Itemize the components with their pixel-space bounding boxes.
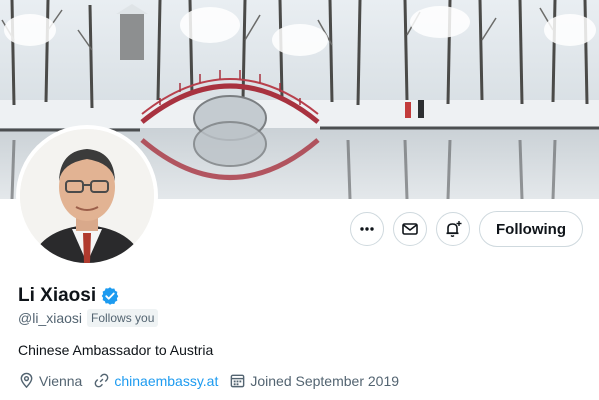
more-button[interactable] [350, 212, 385, 246]
message-button[interactable] [393, 212, 428, 246]
location-item: Vienna [18, 372, 82, 389]
handle-row: @li_xiaosi Follows you [18, 309, 159, 327]
bell-plus-icon [446, 221, 462, 237]
profile-name: Li Xiaosi [18, 285, 97, 306]
following-button[interactable]: Following [479, 211, 583, 247]
location-text: Vienna [39, 372, 83, 389]
avatar[interactable] [16, 125, 158, 267]
profile-bio: Chinese Ambassador to Austria [18, 342, 214, 358]
profile-handle: @li_xiaosi [18, 310, 83, 326]
more-icon [360, 227, 374, 231]
website-item: chinaembassy.at [93, 372, 218, 389]
verified-badge-icon[interactable] [100, 286, 120, 306]
website-link[interactable]: chinaembassy.at [114, 373, 218, 389]
joined-text: Joined September 2019 [250, 372, 400, 389]
notifications-button[interactable] [436, 212, 471, 246]
joined-item: Joined September 2019 [229, 372, 399, 389]
profile-actions: Following [350, 211, 583, 247]
profile-meta: Vienna chinaembassy.at Joined September … [18, 372, 410, 389]
profile-name-row: Li Xiaosi [18, 285, 120, 307]
link-icon [94, 373, 109, 388]
envelope-icon [402, 223, 418, 235]
calendar-icon [231, 374, 245, 388]
follows-you-badge: Follows you [87, 309, 159, 327]
avatar-image [20, 129, 154, 263]
location-pin-icon [20, 372, 33, 389]
